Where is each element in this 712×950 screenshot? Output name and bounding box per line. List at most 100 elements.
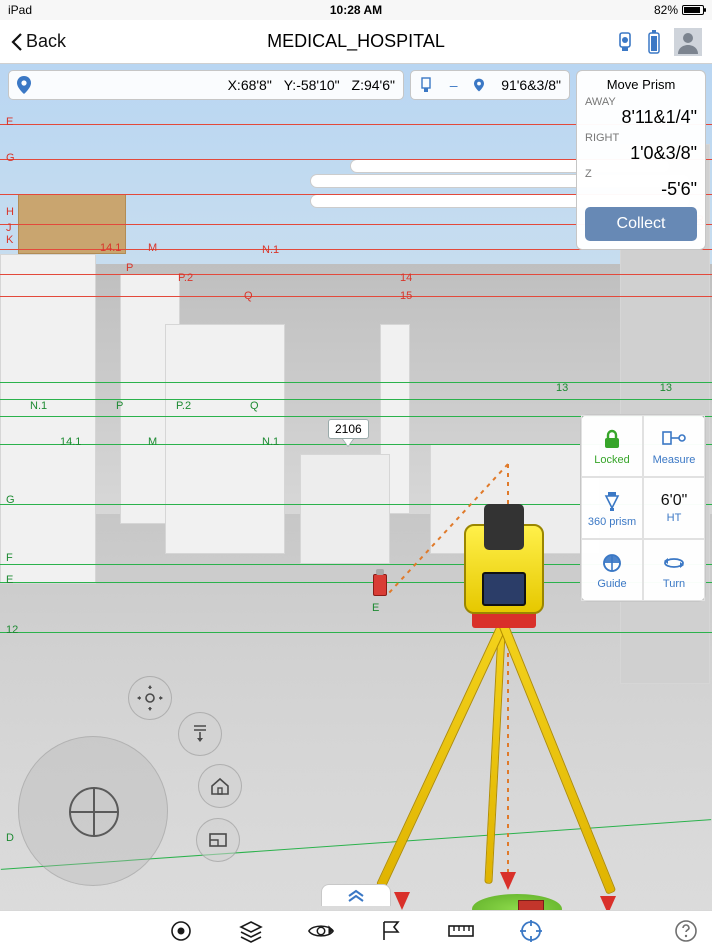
target-height-button[interactable]: 6'0" HT (643, 477, 705, 539)
away-value: 8'11&1/4" (585, 108, 697, 128)
point-callout[interactable]: 2106 (328, 419, 369, 446)
distance-readout[interactable]: – 91'6&3/8" (410, 70, 570, 100)
instrument-status-icon[interactable] (616, 29, 634, 55)
dim-gP2: P.2 (176, 400, 191, 412)
coord-z-label: Z: (352, 77, 364, 93)
prism-icon (601, 488, 623, 514)
battery-icon (682, 5, 704, 15)
dim-gN1b: N.1 (262, 436, 279, 448)
dim-H: H (6, 206, 14, 218)
dim-gE: E (6, 574, 13, 586)
dim-gF: F (6, 552, 13, 564)
dim-gD: D (6, 832, 14, 844)
tool-point[interactable] (167, 917, 195, 945)
model-viewport[interactable]: E G H J K 14.1 M N.1 P P.2 Q 14 15 R N.1… (0, 64, 712, 910)
dim-g12: 12 (6, 624, 18, 636)
coordinate-readout[interactable]: X:68'8" Y:-58'10" Z:94'6" (8, 70, 404, 100)
move-prism-panel: Move Prism AWAY 8'11&1/4" RIGHT 1'0&3/8"… (576, 70, 706, 250)
back-button[interactable]: Back (10, 31, 66, 52)
device-label: iPad (8, 3, 32, 17)
instrument-icon (419, 76, 433, 94)
distance-value: 91'6&3/8" (501, 77, 561, 93)
dim-P: P (126, 262, 133, 274)
coord-y-label: Y: (284, 77, 296, 93)
turn-button[interactable]: Turn (643, 539, 705, 601)
coord-y: -58'10" (296, 77, 339, 93)
battery-status-icon[interactable] (648, 30, 660, 54)
dim-14: 14 (400, 272, 412, 284)
bottom-toolbar (0, 910, 712, 950)
dim-K: K (6, 234, 13, 246)
title-bar: Back MEDICAL_HOSPITAL (0, 20, 712, 64)
collect-button[interactable]: Collect (585, 207, 697, 241)
chevron-left-icon (10, 32, 24, 52)
navigation-joystick[interactable] (18, 736, 168, 886)
user-avatar[interactable] (674, 28, 702, 56)
dim-gP: P (116, 400, 123, 412)
coord-x-label: X: (228, 77, 241, 93)
home-view-button[interactable] (198, 764, 242, 808)
dim-gQ: Q (250, 400, 259, 412)
push-in-button[interactable] (178, 712, 222, 756)
chevron-up-double-icon (346, 889, 366, 903)
navigation-controls (18, 686, 218, 886)
pin-icon (17, 76, 31, 94)
guide-icon (601, 550, 623, 576)
dim-g13b: 13 (660, 382, 672, 394)
dim-Q: Q (244, 290, 253, 302)
tool-layers[interactable] (237, 917, 265, 945)
lock-icon (601, 426, 623, 452)
dim-15: 15 (400, 290, 412, 302)
dim-g13a: 13 (556, 382, 568, 394)
dim-g14-1: 14.1 (60, 436, 81, 448)
measure-button[interactable]: Measure (643, 415, 705, 477)
right-value: 1'0&3/8" (585, 144, 697, 164)
status-bar: iPad 10:28 AM 82% (0, 0, 712, 20)
expand-drawer-button[interactable] (321, 884, 391, 906)
tool-target[interactable] (517, 917, 545, 945)
dim-N1: N.1 (262, 244, 279, 256)
move-prism-title: Move Prism (585, 77, 697, 92)
coordinate-bar: X:68'8" Y:-58'10" Z:94'6" – 91'6&3/8" (8, 70, 570, 100)
dim-gN1: N.1 (30, 400, 47, 412)
tool-visibility[interactable] (307, 917, 335, 945)
lock-button[interactable]: Locked (581, 415, 643, 477)
dim-gEb: E (372, 602, 379, 614)
pin-icon-small (474, 78, 484, 92)
prism-type-label: 360 prism (588, 516, 636, 528)
battery-pct: 82% (654, 3, 678, 17)
tool-measure-tape[interactable] (447, 917, 475, 945)
orbit-button[interactable] (128, 676, 172, 720)
plan-view-button[interactable] (196, 818, 240, 862)
dim-gG: G (6, 494, 15, 506)
dim-G: G (6, 152, 15, 164)
dim-M: M (148, 242, 157, 254)
prism-z-value: -5'6" (585, 180, 697, 200)
turn-label: Turn (663, 578, 685, 590)
measure-label: Measure (653, 454, 696, 466)
prism-z-label: Z (585, 168, 697, 180)
measurement-tools-panel: Locked Measure 360 prism 6'0" HT Guide T… (580, 414, 706, 602)
guide-label: Guide (597, 578, 626, 590)
coord-z: 94'6" (364, 77, 395, 93)
turn-icon (661, 550, 687, 576)
coord-x: 68'8" (241, 77, 272, 93)
lock-label: Locked (594, 454, 629, 466)
dash-icon: – (450, 77, 458, 93)
guide-button[interactable]: Guide (581, 539, 643, 601)
ht-value: 6'0" (661, 492, 688, 510)
measure-icon (661, 426, 687, 452)
dim-14-1-left: 14.1 (100, 242, 121, 254)
help-button[interactable] (672, 917, 700, 945)
right-label: RIGHT (585, 132, 697, 144)
prism-type-button[interactable]: 360 prism (581, 477, 643, 539)
clock: 10:28 AM (330, 3, 382, 17)
tool-flag[interactable] (377, 917, 405, 945)
ht-label: HT (667, 512, 682, 524)
mini-prism-icon (373, 574, 387, 596)
point-id-label: 2106 (328, 419, 369, 439)
dim-gM: M (148, 436, 157, 448)
page-title: MEDICAL_HOSPITAL (267, 31, 445, 52)
dim-J: J (6, 222, 12, 234)
dim-P2: P.2 (178, 272, 193, 284)
